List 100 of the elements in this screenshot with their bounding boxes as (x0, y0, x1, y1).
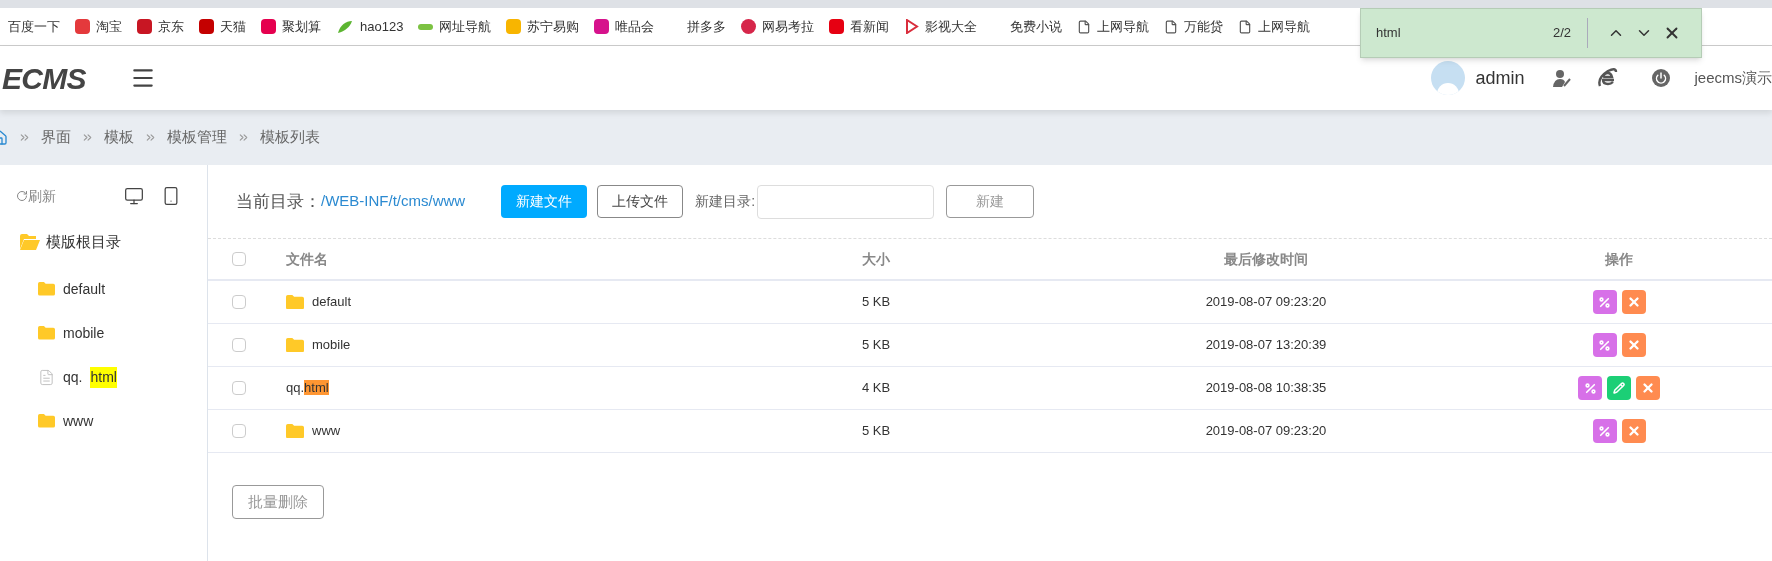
bookmark-link[interactable]: 苏宁易购 (527, 16, 580, 37)
checkbox[interactable] (232, 295, 246, 309)
modified-time: 2019-08-07 13:20:39 (1205, 336, 1327, 355)
bookmark-link[interactable]: 免费小说 (1010, 16, 1063, 37)
percent-icon (1583, 381, 1597, 395)
refresh-icon (16, 190, 28, 202)
rename-button[interactable] (1578, 376, 1602, 400)
file-size: 5 KB (861, 422, 891, 441)
folder-icon (38, 326, 55, 340)
refresh-button[interactable]: 刷新 (16, 185, 56, 207)
percent-icon (1598, 424, 1611, 438)
file-name[interactable]: qq.html (286, 378, 329, 398)
folder-icon (286, 423, 304, 439)
tree-item[interactable]: www (20, 399, 207, 443)
close-icon (1641, 381, 1655, 395)
browser-icon[interactable] (1598, 68, 1619, 88)
checkbox[interactable] (232, 338, 246, 352)
tree-item[interactable]: 模版根目录 (20, 227, 207, 257)
delete-button[interactable] (1636, 376, 1660, 400)
rename-button[interactable] (1592, 333, 1617, 357)
modified-time: 2019-08-08 10:38:35 (1205, 379, 1327, 398)
bookmark-link[interactable]: 上网导航 (1097, 16, 1150, 37)
separator-icon (144, 131, 157, 144)
bookmark-link[interactable]: 天猫 (220, 16, 246, 37)
folder-icon (38, 414, 55, 428)
favicon-icon (199, 19, 214, 34)
bookmark-link[interactable]: 聚划算 (282, 16, 321, 37)
breadcrumb-link[interactable]: 模板 (104, 126, 134, 149)
upload-button[interactable]: 上传文件 (597, 185, 684, 218)
power-icon[interactable] (1652, 69, 1671, 87)
bookmark-link[interactable]: 京东 (158, 16, 184, 37)
file-name[interactable]: www (312, 421, 341, 441)
breadcrumb-link[interactable]: 界面 (41, 126, 71, 149)
match-count: 2/2 (1552, 18, 1588, 48)
checkbox[interactable] (232, 424, 246, 438)
separator-icon (18, 131, 31, 144)
bookmark-link[interactable]: 唯品会 (615, 16, 655, 37)
checkbox[interactable] (232, 252, 246, 266)
breadcrumb-link[interactable]: 模板列表 (260, 126, 320, 149)
bookmark-link[interactable]: 百度一下 (8, 16, 60, 37)
bookmark-link[interactable]: hao123 (360, 16, 404, 37)
page-icon (1077, 19, 1092, 34)
folder-icon (38, 282, 55, 296)
column-header[interactable]: 最后修改时间 (1224, 248, 1308, 270)
column-header[interactable]: 大小 (862, 248, 890, 270)
delete-button[interactable] (1621, 419, 1646, 443)
modified-time: 2019-08-07 09:23:20 (1205, 293, 1327, 312)
favicon-icon (594, 19, 610, 34)
favicon-icon (137, 19, 152, 34)
file-size: 5 KB (861, 336, 891, 355)
file-size: 4 KB (861, 379, 891, 398)
column-header[interactable]: 操作 (1605, 248, 1633, 270)
delete-button[interactable] (1621, 333, 1646, 357)
close-icon (1626, 295, 1641, 309)
directory-name-field[interactable] (757, 184, 935, 219)
bookmark-link[interactable]: 影视大全 (925, 16, 978, 37)
bookmark-link[interactable]: 拼多多 (687, 16, 727, 37)
close-icon (1626, 424, 1641, 438)
user-name[interactable]: admin (1475, 64, 1525, 92)
column-header[interactable]: 文件名 (286, 248, 328, 270)
percent-icon (1598, 295, 1611, 309)
leaf-icon (336, 19, 354, 34)
rename-button[interactable] (1592, 290, 1617, 314)
delete-button[interactable] (1621, 290, 1646, 314)
bookmark-link[interactable]: 淘宝 (96, 16, 122, 37)
separator-icon (237, 131, 250, 144)
logo: ECMS (2, 60, 86, 97)
checkbox[interactable] (232, 381, 246, 395)
favicon-icon (261, 19, 276, 34)
bookmark-link[interactable]: 上网导航 (1258, 16, 1311, 37)
file-name[interactable]: mobile (312, 335, 351, 355)
user-edit-icon[interactable] (1552, 68, 1573, 88)
separator-icon (81, 131, 94, 144)
directory-path[interactable]: /WEB-INF/t/cms/www (321, 190, 466, 213)
bookmark-link[interactable]: 网址导航 (439, 16, 492, 37)
pencil-icon (1613, 382, 1625, 394)
avatar-icon (1431, 61, 1466, 95)
file-icon (38, 368, 55, 386)
bookmark-link[interactable]: 看新闻 (850, 16, 890, 37)
bookmark-link[interactable]: 网易考拉 (762, 16, 815, 37)
favicon-icon (418, 23, 434, 30)
rename-button[interactable] (1592, 419, 1617, 443)
find-query[interactable]: html (1376, 23, 1553, 43)
desktop-icon[interactable] (124, 186, 144, 206)
tree-item[interactable]: default (20, 267, 207, 311)
breadcrumb-link[interactable]: 模板管理 (167, 126, 227, 149)
edit-button[interactable] (1607, 376, 1631, 400)
file-size: 5 KB (861, 293, 891, 312)
site-name[interactable]: jeecms演示 (1694, 66, 1772, 90)
play-icon (904, 19, 920, 34)
favicon-icon (75, 19, 90, 34)
tree-item[interactable]: mobile (20, 311, 207, 355)
folder-icon (286, 294, 304, 310)
folder-icon (286, 337, 304, 353)
tree-item[interactable]: qq. html (20, 355, 207, 399)
new-directory-label: 新建目录: (695, 192, 756, 211)
file-name[interactable]: default (312, 292, 352, 312)
bookmark-link[interactable]: 万能贷 (1184, 16, 1224, 37)
page-icon (1238, 19, 1253, 34)
close-icon (1626, 338, 1641, 352)
